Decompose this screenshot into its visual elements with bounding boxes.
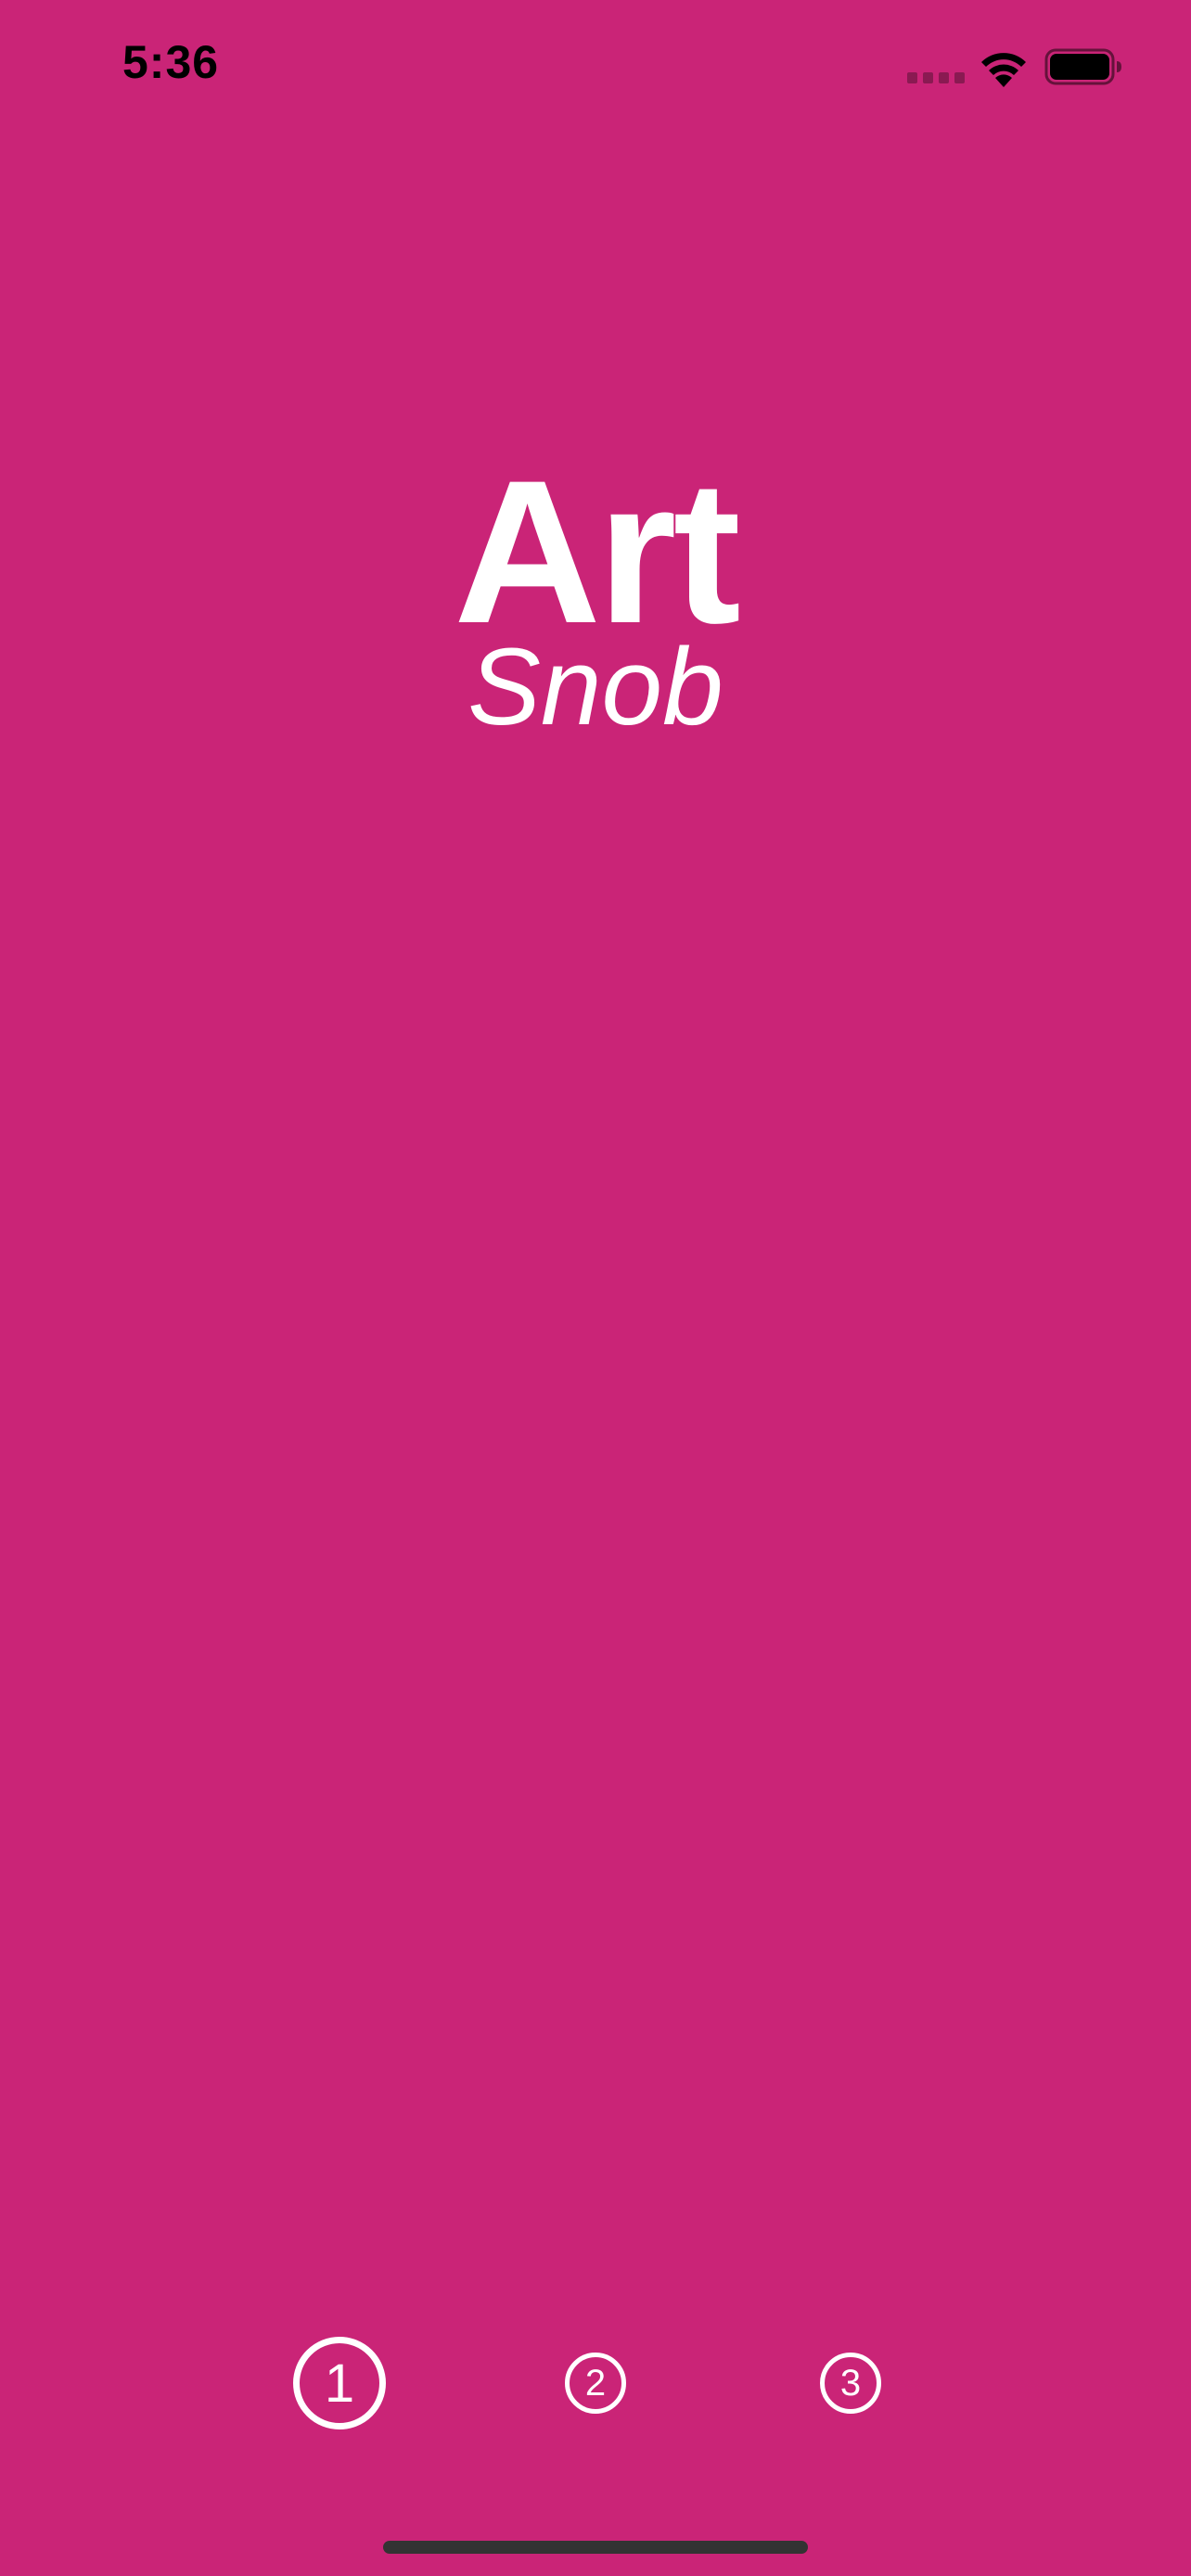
page-3-button[interactable]: 3 <box>820 2353 881 2414</box>
home-indicator[interactable] <box>383 2541 808 2554</box>
status-bar: 5:36 <box>0 0 1191 139</box>
logo-title-snob: Snob <box>467 626 724 748</box>
wifi-icon <box>981 53 1026 87</box>
cellular-signal-icon <box>907 72 965 83</box>
status-time: 5:36 <box>122 36 220 88</box>
battery-icon <box>1044 48 1121 85</box>
page-indicator: 1 2 3 <box>0 2337 1191 2429</box>
logo-title-art: Art <box>454 438 741 666</box>
page-2-button[interactable]: 2 <box>565 2353 626 2414</box>
page-1-button[interactable]: 1 <box>293 2337 386 2429</box>
app-logo: Art Snob <box>0 438 1191 748</box>
